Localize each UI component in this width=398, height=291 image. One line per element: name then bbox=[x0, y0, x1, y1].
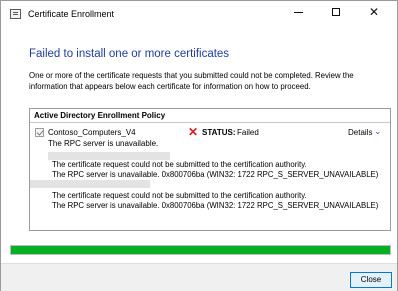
chevron-down-icon[interactable]: ⌄ bbox=[374, 126, 382, 137]
certificate-name: Contoso_Computers_V4 bbox=[48, 128, 136, 137]
certificate-list-panel: Active Directory Enrollment Policy Conto… bbox=[29, 108, 391, 231]
error-message-line: The RPC server is unavailable. 0x800706b… bbox=[52, 201, 379, 210]
maximize-icon bbox=[332, 8, 340, 16]
certificate-status-message: The RPC server is unavailable. bbox=[48, 139, 159, 148]
close-button[interactable]: Close bbox=[350, 272, 392, 288]
certificate-app-icon bbox=[10, 9, 21, 19]
certificate-checkbox[interactable] bbox=[35, 128, 44, 137]
title-bar: Certificate Enrollment ✕ bbox=[1, 1, 397, 27]
progress-fill bbox=[11, 246, 390, 254]
page-title: Failed to install one or more certificat… bbox=[29, 48, 230, 60]
error-x-icon: ✕ bbox=[188, 125, 199, 139]
status-label: STATUS: bbox=[202, 128, 236, 137]
status-value: Failed bbox=[237, 128, 259, 137]
certificate-enrollment-window: Certificate Enrollment ✕ Failed to insta… bbox=[0, 0, 398, 291]
redacted-text bbox=[30, 180, 150, 188]
minimize-button[interactable] bbox=[280, 1, 316, 23]
enrollment-progress-bar bbox=[10, 245, 391, 255]
error-message-line: The certificate request could not be sub… bbox=[52, 160, 307, 169]
error-message-line: The certificate request could not be sub… bbox=[52, 191, 307, 200]
enrollment-policy-header: Active Directory Enrollment Policy bbox=[30, 109, 390, 123]
close-icon: ✕ bbox=[368, 5, 380, 19]
close-window-button[interactable]: ✕ bbox=[356, 1, 392, 23]
dialog-footer: Close bbox=[1, 263, 397, 291]
maximize-button[interactable] bbox=[318, 1, 354, 23]
details-link[interactable]: Details bbox=[348, 128, 372, 137]
error-message-line: The RPC server is unavailable. 0x800706b… bbox=[52, 170, 379, 179]
minimize-icon bbox=[293, 11, 303, 13]
window-title: Certificate Enrollment bbox=[28, 9, 115, 19]
intro-text: One or more of the certificate requests … bbox=[29, 71, 354, 91]
redacted-text bbox=[48, 152, 170, 160]
